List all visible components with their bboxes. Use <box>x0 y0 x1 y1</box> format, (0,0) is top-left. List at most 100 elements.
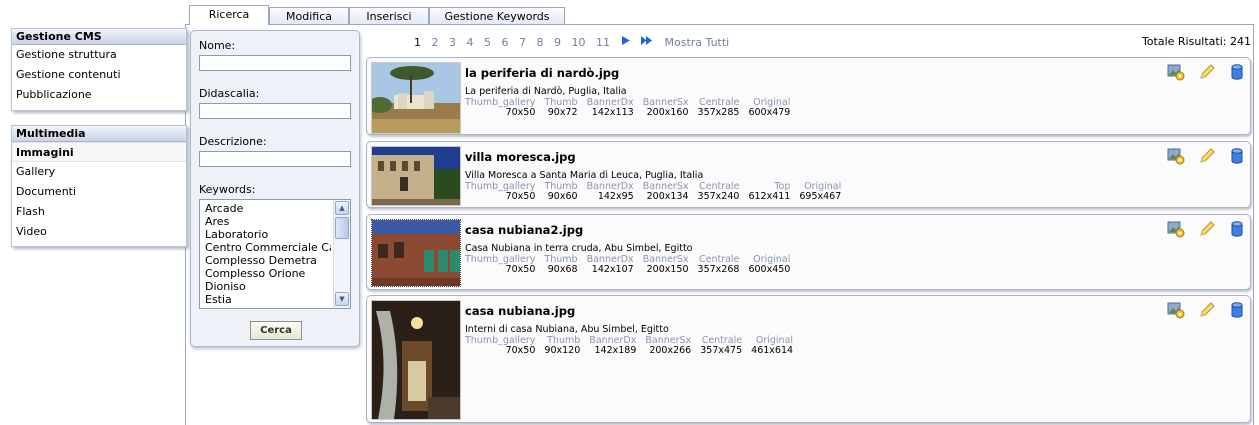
keyword-option[interactable]: Complesso Orione <box>200 267 331 280</box>
nome-label: Nome: <box>199 39 236 52</box>
size-value: 142x95 <box>597 191 634 202</box>
size-value: 600x479 <box>748 107 791 118</box>
show-all-link[interactable]: Mostra Tutti <box>665 36 730 50</box>
result-thumbnail[interactable] <box>371 62 461 134</box>
result-thumbnail[interactable] <box>371 219 461 287</box>
scroll-down-icon[interactable]: ▼ <box>335 292 349 306</box>
edit-pencil-icon[interactable] <box>1198 220 1216 238</box>
scroll-up-icon[interactable]: ▲ <box>335 201 349 215</box>
keyword-option[interactable]: Centro Commerciale Ca <box>200 241 331 254</box>
page-link-9[interactable]: 9 <box>554 36 561 50</box>
size-value: 70x50 <box>505 107 536 118</box>
keyword-option[interactable]: Complesso Demetra <box>200 254 331 267</box>
menu-item-gestione-struttura[interactable]: Gestione struttura <box>12 45 186 65</box>
page-link-3[interactable]: 3 <box>449 36 456 50</box>
result-filename: la periferia di nardò.jpg <box>465 66 620 80</box>
size-value: 357x240 <box>697 191 740 202</box>
size-value: 461x614 <box>751 345 794 356</box>
keywords-scrollbar[interactable]: ▲ ▼ <box>333 200 350 308</box>
menu-multimedia: Multimedia Immagini Gallery Documenti Fl… <box>11 125 187 247</box>
nome-input[interactable] <box>199 55 351 71</box>
result-actions <box>1158 63 1246 81</box>
size-value: 90x72 <box>547 107 578 118</box>
size-value: 70x50 <box>505 191 536 202</box>
page-link-5[interactable]: 5 <box>484 36 491 50</box>
result-thumbnail[interactable] <box>371 146 461 206</box>
keyword-option[interactable]: Dioniso <box>200 280 331 293</box>
menu-item-gestione-contenuti[interactable]: Gestione contenuti <box>12 65 186 85</box>
menu-item-flash[interactable]: Flash <box>12 202 186 222</box>
size-value: 357x475 <box>700 345 743 356</box>
keyword-option[interactable]: Estia <box>200 293 331 306</box>
tab-gestione-keywords[interactable]: Gestione Keywords <box>429 7 565 25</box>
tab-modifica[interactable]: Modifica <box>269 7 349 25</box>
keyword-option[interactable]: Arcade <box>200 202 331 215</box>
keyword-option[interactable]: Ares <box>200 215 331 228</box>
page-link-7[interactable]: 7 <box>519 36 526 50</box>
image-settings-icon[interactable] <box>1167 301 1185 319</box>
play-arrow-icon[interactable] <box>621 35 631 51</box>
menu-item-gallery[interactable]: Gallery <box>12 162 186 182</box>
total-results: Totale Risultati: 241 <box>1141 35 1251 48</box>
result-actions <box>1158 147 1246 165</box>
size-value: 90x68 <box>547 264 578 275</box>
page-link-11[interactable]: 11 <box>596 36 610 50</box>
size-value: 200x266 <box>649 345 692 356</box>
size-value: 612x411 <box>748 191 791 202</box>
didascalia-label: Didascalia: <box>199 87 260 100</box>
cerca-button[interactable]: Cerca <box>250 321 302 340</box>
result-card: villa moresca.jpg Villa Moresca a Santa … <box>366 141 1251 208</box>
database-icon[interactable] <box>1228 301 1246 319</box>
size-value: 600x450 <box>748 264 791 275</box>
image-settings-icon[interactable] <box>1167 147 1185 165</box>
page-link-6[interactable]: 6 <box>502 36 509 50</box>
page-link-10[interactable]: 10 <box>572 36 586 50</box>
menu-item-video[interactable]: Video <box>12 222 186 242</box>
result-filename: casa nubiana2.jpg <box>465 223 584 237</box>
result-sizes: Thumb_gallery 70x50 Thumb 90x60 BannerDx 14… <box>465 182 847 202</box>
menu-item-immagini[interactable]: Immagini <box>12 142 186 162</box>
size-value: 357x268 <box>697 264 740 275</box>
keywords-listbox[interactable]: Arcade Ares Laboratorio Centro Commercia… <box>199 199 351 309</box>
double-arrow-icon[interactable] <box>640 35 653 51</box>
tab-inserisci[interactable]: Inserisci <box>349 7 429 25</box>
edit-pencil-icon[interactable] <box>1198 63 1216 81</box>
descrizione-input[interactable] <box>199 151 351 167</box>
result-sizes: Thumb_gallery 70x50 Thumb 90x72 BannerDx 14… <box>465 98 796 118</box>
database-icon[interactable] <box>1228 220 1246 238</box>
size-value: 142x113 <box>591 107 634 118</box>
scrollbar-thumb[interactable] <box>335 217 349 239</box>
menu-item-pubblicazione[interactable]: Pubblicazione <box>12 85 186 105</box>
menu-header-gestione-cms: Gestione CMS <box>12 29 186 45</box>
keywords-items: Arcade Ares Laboratorio Centro Commercia… <box>200 202 331 306</box>
result-caption: Villa Moresca a Santa Maria di Leuca, Pu… <box>465 170 704 181</box>
keyword-option[interactable]: Laboratorio <box>200 228 331 241</box>
image-settings-icon[interactable] <box>1167 63 1185 81</box>
content-top-border <box>185 24 1254 25</box>
result-card: casa nubiana.jpg Interni di casa Nubiana… <box>366 295 1251 423</box>
database-icon[interactable] <box>1228 63 1246 81</box>
keywords-label: Keywords: <box>199 183 256 196</box>
pagination: 1 2 3 4 5 6 7 8 9 10 11 Mostra Tutti <box>414 35 729 49</box>
page-link-1[interactable]: 1 <box>414 36 421 50</box>
content-right-border <box>1253 24 1254 425</box>
database-icon[interactable] <box>1228 147 1246 165</box>
tab-ricerca[interactable]: Ricerca <box>189 5 269 25</box>
edit-pencil-icon[interactable] <box>1198 301 1216 319</box>
menu-item-documenti[interactable]: Documenti <box>12 182 186 202</box>
didascalia-input[interactable] <box>199 103 351 119</box>
page-link-8[interactable]: 8 <box>537 36 544 50</box>
result-actions <box>1158 220 1246 238</box>
edit-pencil-icon[interactable] <box>1198 147 1216 165</box>
result-actions <box>1158 301 1246 319</box>
size-value: 200x134 <box>646 191 689 202</box>
result-thumbnail[interactable] <box>371 300 461 420</box>
page-link-2[interactable]: 2 <box>432 36 439 50</box>
result-caption: Casa Nubiana in terra cruda, Abu Simbel,… <box>465 243 693 254</box>
descrizione-label: Descrizione: <box>199 135 267 148</box>
result-card: casa nubiana2.jpg Casa Nubiana in terra … <box>366 214 1251 290</box>
image-settings-icon[interactable] <box>1167 220 1185 238</box>
page-link-4[interactable]: 4 <box>467 36 474 50</box>
size-value: 200x150 <box>646 264 689 275</box>
menu-gestione-cms: Gestione CMS Gestione struttura Gestione… <box>11 28 187 111</box>
